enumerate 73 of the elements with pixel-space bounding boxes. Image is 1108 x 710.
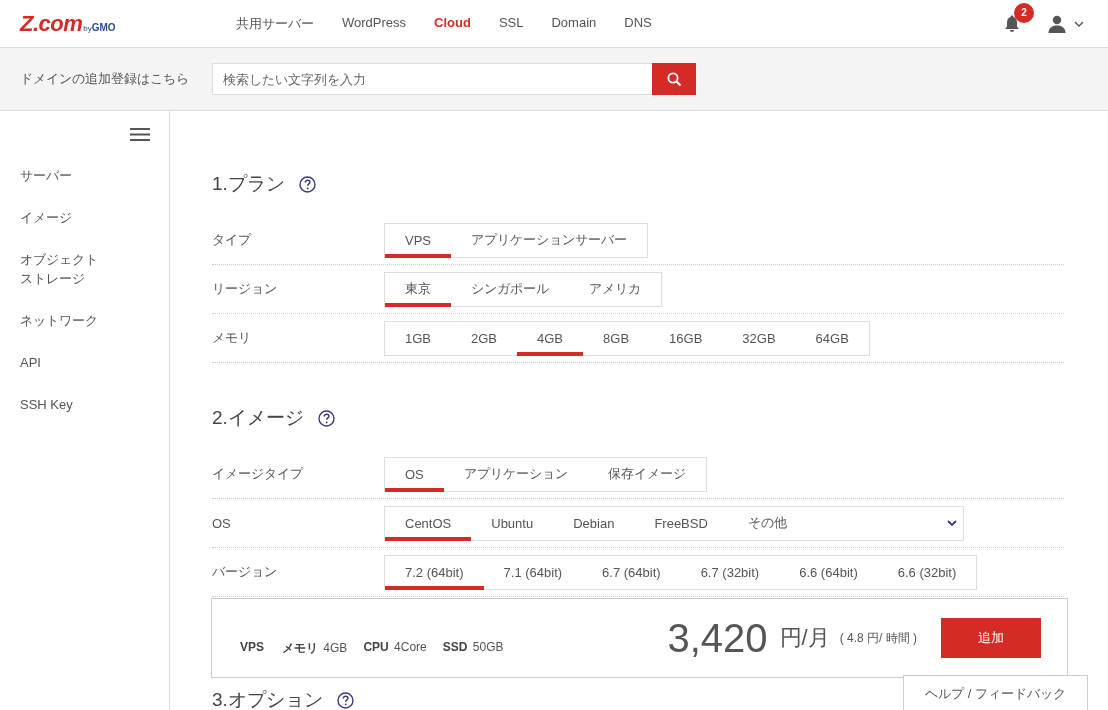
option-tab[interactable]: 6.6 (32bit) xyxy=(877,555,977,589)
help-feedback-button[interactable]: ヘルプ / フィードバック xyxy=(903,675,1088,710)
field-label: バージョン xyxy=(212,563,278,581)
option-tab[interactable]: 64GB xyxy=(795,321,869,355)
spec-label: メモリ xyxy=(282,640,318,655)
nav-link[interactable]: WordPress xyxy=(342,14,407,33)
field-label: タイプ xyxy=(212,231,253,249)
option-tab[interactable]: 7.2 (64bit) xyxy=(385,555,484,589)
nav-link[interactable]: Cloud xyxy=(434,14,471,33)
option-tab[interactable]: アプリケーションサーバー xyxy=(451,223,647,257)
nav-link[interactable]: Domain xyxy=(551,14,597,33)
option-tab[interactable]: その他 xyxy=(727,506,807,540)
search-icon xyxy=(666,71,682,87)
hourly-price: ( 4.8 円/ 時間 ) xyxy=(839,629,917,647)
user-icon[interactable] xyxy=(1048,14,1066,33)
spec-value: 50GB xyxy=(472,639,504,654)
sidebar-item[interactable]: SSH Key xyxy=(20,395,100,414)
section-title: 2.イメージ xyxy=(212,406,304,430)
option-tab[interactable]: 6.7 (32bit) xyxy=(680,555,780,589)
section-title: 3.オプション xyxy=(212,688,323,710)
logo[interactable]: Z.combyGMO xyxy=(20,10,236,37)
section-title: 1.プラン xyxy=(212,172,285,196)
sidebar-item[interactable]: イメージ xyxy=(20,208,100,227)
spec-value: 4Core xyxy=(394,639,427,654)
option-tab[interactable]: アメリカ xyxy=(569,272,661,306)
sidebar-item[interactable]: サーバー xyxy=(20,166,100,185)
option-tab[interactable]: 32GB xyxy=(722,321,796,355)
sidebar-item[interactable]: ネットワーク xyxy=(20,311,100,330)
price: 3,420 xyxy=(667,615,768,661)
field-label: イメージタイプ xyxy=(212,465,305,483)
option-tab[interactable]: FreeBSD xyxy=(634,506,728,540)
option-tab[interactable]: Debian xyxy=(553,506,635,540)
option-tab[interactable]: VPS xyxy=(385,223,451,257)
option-tab[interactable]: 東京 xyxy=(385,272,451,306)
option-tab[interactable]: 7.1 (64bit) xyxy=(483,555,583,589)
help-icon[interactable] xyxy=(336,691,354,709)
option-tab[interactable]: 8GB xyxy=(583,321,650,355)
option-tab[interactable]: 1GB xyxy=(385,321,451,355)
option-tab[interactable]: 6.6 (64bit) xyxy=(779,555,878,589)
sidebar-item[interactable]: API xyxy=(20,353,100,372)
menu-icon[interactable] xyxy=(130,128,150,141)
nav-link[interactable]: 共用サーバー xyxy=(236,14,314,33)
option-tab[interactable]: OS xyxy=(385,457,444,491)
spec-label: SSD xyxy=(442,639,468,654)
search-field[interactable]: 検索したい文字列を入力 xyxy=(212,63,652,95)
nav-link[interactable]: SSL xyxy=(498,14,524,33)
option-tab[interactable]: Ubuntu xyxy=(471,506,554,540)
nav-link[interactable]: DNS xyxy=(624,14,652,33)
notification-badge: 2 xyxy=(1014,2,1034,23)
search-button[interactable] xyxy=(652,63,696,95)
add-button[interactable]: 追加 xyxy=(941,618,1041,658)
help-icon[interactable] xyxy=(317,409,335,427)
chevron-down-icon[interactable] xyxy=(946,520,957,526)
domain-search-label: ドメインの追加登録はこちら xyxy=(20,70,190,88)
field-label: OS xyxy=(212,515,232,531)
spec-label: CPU xyxy=(363,639,389,654)
option-tab[interactable]: CentOS xyxy=(385,506,472,540)
field-label: メモリ xyxy=(212,329,252,347)
bell-icon[interactable] xyxy=(1004,14,1020,33)
sidebar-item[interactable]: オブジェクトストレージ xyxy=(20,250,100,288)
option-tab[interactable]: 2GB xyxy=(451,321,518,355)
option-tab[interactable]: 16GB xyxy=(649,321,723,355)
option-tab[interactable]: 4GB xyxy=(517,321,584,355)
price-unit: 円/月 xyxy=(779,624,830,652)
chevron-down-icon[interactable] xyxy=(1074,20,1084,27)
field-label: リージョン xyxy=(212,280,278,298)
option-tab[interactable]: 6.7 (64bit) xyxy=(582,555,681,589)
option-tab[interactable]: シンガポール xyxy=(451,272,569,306)
spec-label: VPS xyxy=(240,639,264,654)
option-tab[interactable]: 保存イメージ xyxy=(587,457,706,491)
option-tab[interactable]: アプリケーション xyxy=(443,457,588,491)
spec-value: 4GB xyxy=(323,640,348,655)
help-icon[interactable] xyxy=(298,175,316,193)
